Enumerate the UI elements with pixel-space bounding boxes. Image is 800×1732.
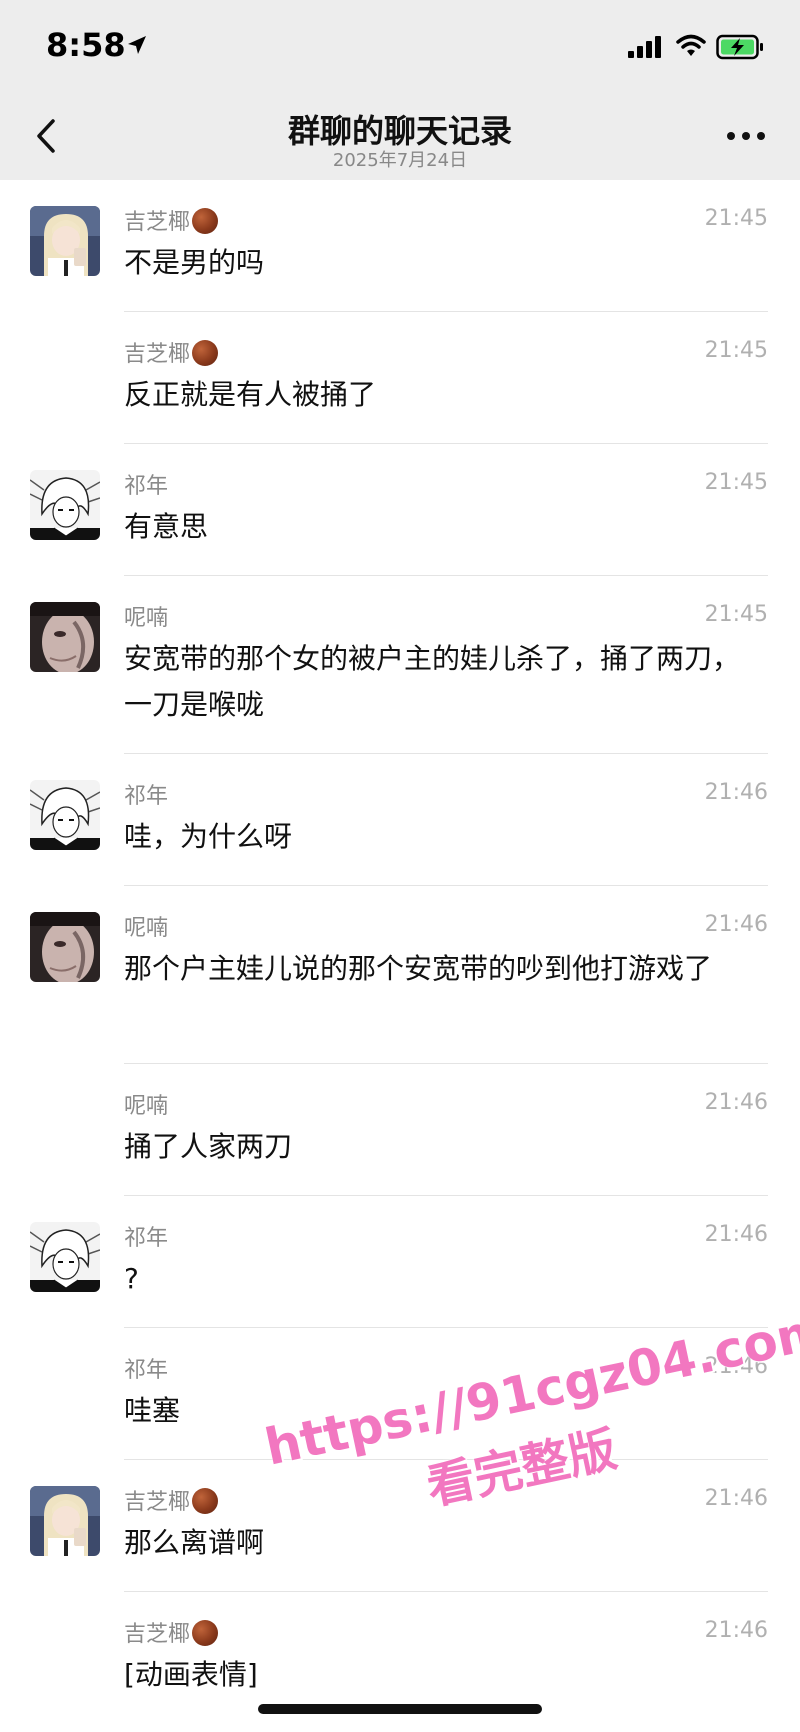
message-text: ? bbox=[124, 1262, 139, 1295]
message-time: 21:46 bbox=[704, 1486, 768, 1511]
wifi-icon bbox=[676, 34, 706, 62]
message-text: 哇，为什么呀 bbox=[124, 820, 293, 853]
message-item[interactable]: 吉芝椰 21:45 不是男的吗 bbox=[0, 180, 800, 312]
message-time: 21:46 bbox=[704, 1090, 768, 1115]
message-text: [动画表情] bbox=[124, 1658, 258, 1691]
manga-boy-avatar[interactable] bbox=[30, 780, 100, 850]
sender-name: 吉芝椰 bbox=[124, 204, 219, 236]
message-item[interactable]: 祁年 21:46 ? bbox=[0, 1196, 800, 1328]
basketball-emoji-icon bbox=[192, 340, 219, 366]
message-item[interactable]: 祁年 21:45 有意思 bbox=[0, 444, 800, 576]
message-text: 不是男的吗 bbox=[124, 246, 265, 279]
blonde-girl-avatar[interactable] bbox=[30, 1486, 100, 1556]
more-dots-icon bbox=[727, 132, 765, 140]
cellular-signal-icon bbox=[628, 36, 664, 62]
face-avatar[interactable] bbox=[30, 912, 100, 982]
message-time: 21:46 bbox=[704, 1354, 768, 1379]
message-item[interactable]: 呢喃 21:45 安宽带的那个女的被户主的娃儿杀了，捅了两刀，一刀是喉咙 bbox=[0, 576, 800, 754]
face-avatar[interactable] bbox=[30, 602, 100, 672]
location-arrow-icon bbox=[126, 34, 148, 60]
message-time: 21:45 bbox=[704, 470, 768, 495]
message-time: 21:46 bbox=[704, 780, 768, 805]
sender-name: 祁年 bbox=[124, 474, 169, 499]
status-bar: 8:58 bbox=[0, 0, 800, 96]
message-text: 那个户主娃儿说的那个安宽带的吵到他打游戏了 bbox=[124, 952, 713, 985]
message-item[interactable]: 呢喃 21:46 捅了人家两刀 bbox=[0, 1064, 800, 1196]
message-text: 安宽带的那个女的被户主的娃儿杀了，捅了两刀，一刀是喉咙 bbox=[124, 642, 741, 721]
message-time: 21:46 bbox=[704, 1618, 768, 1643]
nav-bar: 群聊的聊天记录 2025年7月24日 bbox=[0, 96, 800, 180]
message-item[interactable]: 吉芝椰 21:45 反正就是有人被捅了 bbox=[0, 312, 800, 444]
home-indicator bbox=[258, 1704, 542, 1714]
page-subtitle-date: 2025年7月24日 bbox=[332, 150, 468, 171]
message-item[interactable]: 吉芝椰 21:46 那么离谱啊 bbox=[0, 1460, 800, 1592]
status-time: 8:58 bbox=[46, 26, 126, 64]
basketball-emoji-icon bbox=[192, 1488, 219, 1514]
battery-charging-icon bbox=[716, 34, 766, 64]
message-text: 有意思 bbox=[124, 510, 209, 543]
message-time: 21:45 bbox=[704, 602, 768, 627]
message-text: 哇塞 bbox=[124, 1394, 181, 1427]
basketball-emoji-icon bbox=[192, 208, 219, 234]
message-text: 那么离谱啊 bbox=[124, 1526, 265, 1559]
sender-name: 呢喃 bbox=[124, 1094, 169, 1119]
message-time: 21:45 bbox=[704, 338, 768, 363]
message-item[interactable]: 祁年 21:46 哇塞 bbox=[0, 1328, 800, 1460]
more-options-button[interactable] bbox=[716, 116, 776, 156]
message-text: 反正就是有人被捅了 bbox=[124, 378, 377, 411]
sender-name: 祁年 bbox=[124, 1226, 169, 1251]
sender-name: 呢喃 bbox=[124, 916, 169, 941]
sender-name: 吉芝椰 bbox=[124, 1616, 219, 1648]
basketball-emoji-icon bbox=[192, 1620, 219, 1646]
manga-boy-avatar[interactable] bbox=[30, 470, 100, 540]
sender-name: 祁年 bbox=[124, 784, 169, 809]
sender-name: 呢喃 bbox=[124, 606, 169, 631]
message-item[interactable]: 呢喃 21:46 那个户主娃儿说的那个安宽带的吵到他打游戏了 bbox=[0, 886, 800, 1064]
manga-boy-avatar[interactable] bbox=[30, 1222, 100, 1292]
sender-name: 吉芝椰 bbox=[124, 1484, 219, 1516]
message-time: 21:46 bbox=[704, 1222, 768, 1247]
sender-name: 吉芝椰 bbox=[124, 336, 219, 368]
message-time: 21:45 bbox=[704, 206, 768, 231]
message-text: 捅了人家两刀 bbox=[124, 1130, 293, 1163]
sender-name: 祁年 bbox=[124, 1358, 169, 1383]
message-item[interactable]: 祁年 21:46 哇，为什么呀 bbox=[0, 754, 800, 886]
message-time: 21:46 bbox=[704, 912, 768, 937]
blonde-girl-avatar[interactable] bbox=[30, 206, 100, 276]
